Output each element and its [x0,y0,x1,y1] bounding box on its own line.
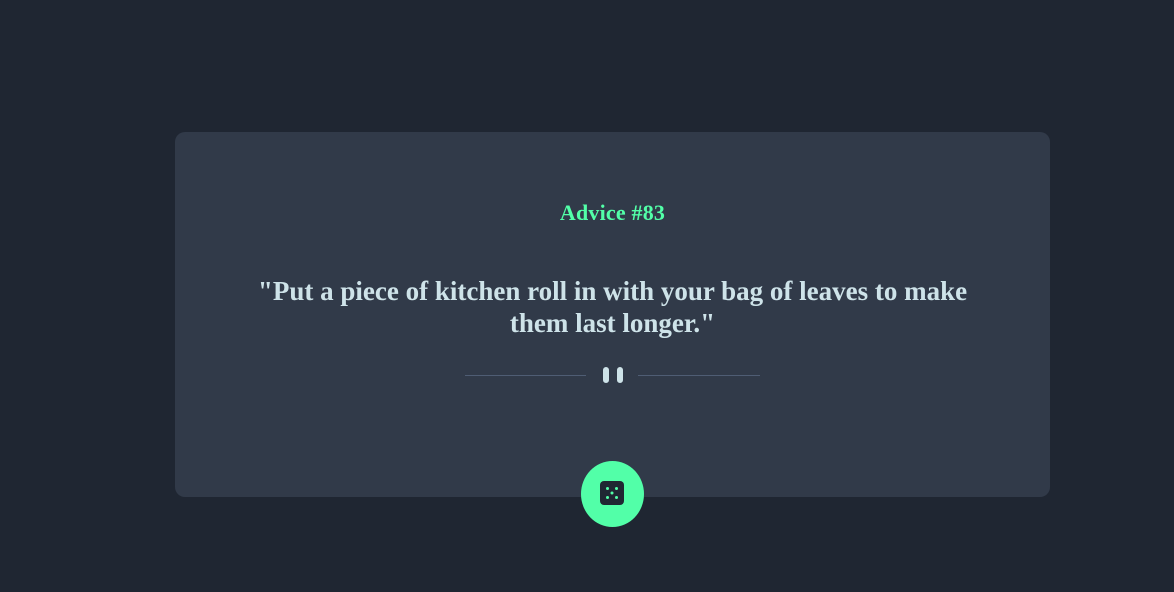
generate-advice-button[interactable] [581,461,644,527]
advice-title: Advice #83 [559,200,666,225]
pause-icon [602,366,624,384]
advice-card: Advice #83 "Put a piece of kitchen roll … [175,132,1050,497]
divider-line-left [465,375,586,376]
dice-icon [600,481,624,505]
advice-quote: "Put a piece of kitchen roll in with you… [257,276,968,338]
divider-line-right [638,375,760,376]
advice-page: Advice #83 "Put a piece of kitchen roll … [0,0,1174,592]
divider [465,366,760,384]
